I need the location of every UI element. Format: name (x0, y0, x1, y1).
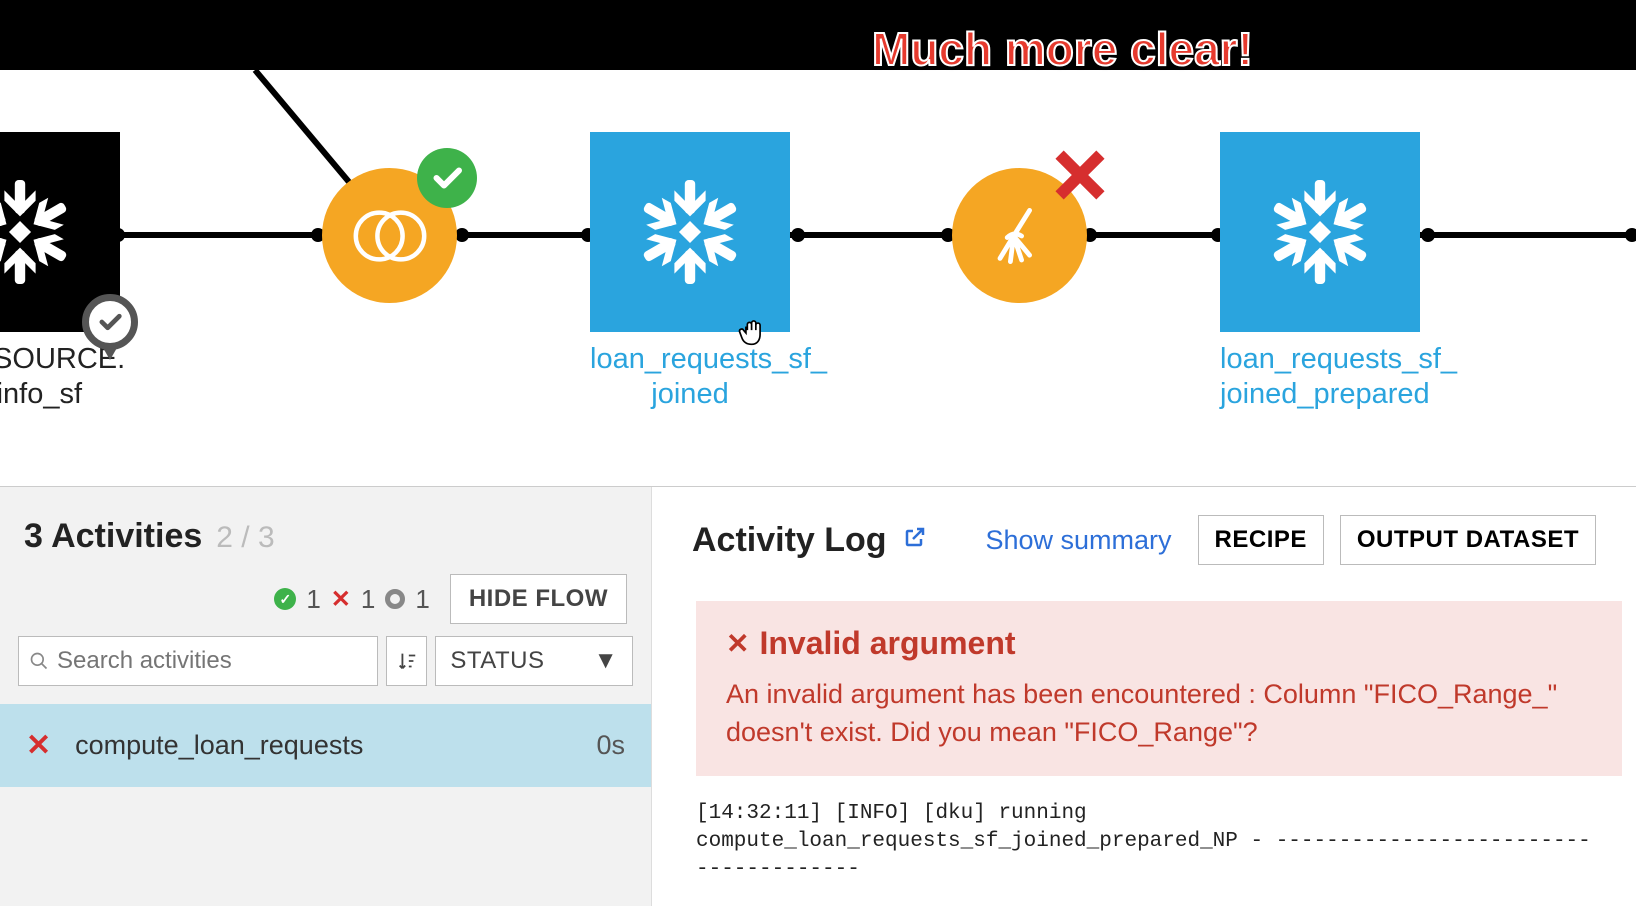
connector-dot (1421, 228, 1435, 242)
activities-count: 2 / 3 (216, 521, 274, 555)
join-icon (345, 191, 435, 281)
failed-icon: ✕ (331, 585, 351, 614)
output-dataset-button[interactable]: OUTPUT DATASET (1340, 515, 1596, 565)
external-link-icon[interactable] (903, 525, 927, 556)
snowflake-icon (625, 167, 755, 297)
chevron-down-icon: ▼ (594, 647, 618, 675)
activity-log-panel: Activity Log Show summary RECIPE OUTPUT … (652, 487, 1636, 906)
sort-icon (396, 650, 418, 672)
bottom-panel: 3 Activities 2 / 3 ✓ 1 ✕ 1 1 HIDE FLOW (0, 486, 1636, 906)
node-label: loan_requests_sf_ joined (590, 342, 790, 412)
quality-badge-icon (82, 294, 138, 350)
flow-canvas[interactable]: DATASOURCE. st_info_sf (0, 70, 1636, 450)
show-summary-link[interactable]: Show summary (985, 525, 1171, 556)
success-count: 1 (306, 584, 320, 615)
snowflake-icon (0, 167, 85, 297)
connector-dot (455, 228, 469, 242)
activities-panel: 3 Activities 2 / 3 ✓ 1 ✕ 1 1 HIDE FLOW (0, 487, 652, 906)
recipe-node-prepare[interactable] (952, 168, 1087, 303)
dataset-node-prepared[interactable]: loan_requests_sf_ joined_prepared (1220, 132, 1420, 412)
failed-count: 1 (361, 584, 375, 615)
recipe-button[interactable]: RECIPE (1198, 515, 1324, 565)
error-title: ✕ Invalid argument (726, 625, 1592, 662)
log-header: Activity Log Show summary RECIPE OUTPUT … (652, 515, 1636, 575)
search-box[interactable] (18, 636, 378, 686)
recipe-node-join[interactable] (322, 168, 457, 303)
activity-log-title: Activity Log (692, 521, 887, 560)
log-text: [14:32:11] [INFO] [dku] running compute_… (652, 790, 1636, 895)
activity-duration: 0s (596, 730, 625, 761)
search-icon (29, 651, 49, 671)
pending-icon (385, 589, 405, 609)
status-select-label: STATUS (450, 647, 544, 675)
error-badge-icon (1045, 140, 1115, 215)
status-select[interactable]: STATUS ▼ (435, 636, 633, 686)
snowflake-icon (1255, 167, 1385, 297)
activity-name: compute_loan_requests (75, 730, 572, 761)
failed-icon: ✕ (26, 728, 51, 763)
pending-count: 1 (415, 584, 429, 615)
error-message: An invalid argument has been encountered… (726, 676, 1592, 752)
activities-filter-row: ✓ 1 ✕ 1 1 HIDE FLOW (0, 574, 651, 636)
sort-button[interactable] (386, 636, 427, 686)
search-input[interactable] (57, 647, 367, 675)
dataset-node-datasource[interactable]: DATASOURCE. st_info_sf (0, 132, 120, 412)
status-counts: ✓ 1 ✕ 1 1 (274, 584, 430, 615)
success-icon: ✓ (274, 588, 296, 610)
window-top-bar (0, 0, 1636, 70)
hide-flow-button[interactable]: HIDE FLOW (450, 574, 627, 624)
error-box: ✕ Invalid argument An invalid argument h… (696, 601, 1622, 776)
node-label: loan_requests_sf_ joined_prepared (1220, 342, 1420, 412)
activities-header: 3 Activities 2 / 3 (0, 487, 651, 574)
connector-dot (791, 228, 805, 242)
activity-row[interactable]: ✕ compute_loan_requests 0s (0, 704, 651, 787)
activities-title: 3 Activities (24, 517, 202, 556)
connector-dot (1625, 228, 1636, 242)
dataset-node-joined[interactable]: loan_requests_sf_ joined (590, 132, 790, 412)
success-badge-icon (417, 148, 477, 208)
annotation-text: Much more clear! (872, 22, 1253, 76)
error-icon: ✕ (726, 627, 749, 660)
activities-search-row: STATUS ▼ (0, 636, 651, 704)
